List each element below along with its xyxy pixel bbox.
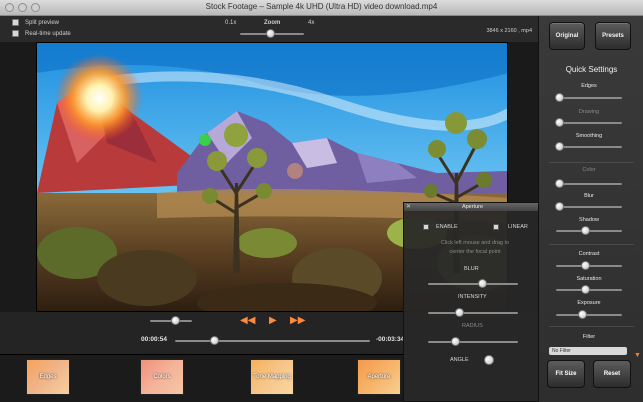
split-preview-checkbox[interactable]: Split preview	[12, 19, 59, 26]
filter-select[interactable]: No Filter	[549, 347, 627, 355]
shadow-slider-knob[interactable]	[581, 226, 591, 235]
panel-divider-3	[549, 326, 634, 327]
blur-label: BLUR	[464, 266, 479, 272]
saturation-slider-knob[interactable]	[581, 285, 591, 294]
blur-slider-knob[interactable]	[554, 202, 564, 211]
edges-slider-knob[interactable]	[554, 93, 564, 102]
edges-label: Edges	[581, 83, 597, 89]
saturation-label: Saturation	[576, 276, 602, 282]
presets-button[interactable]: Presets	[595, 22, 631, 50]
fit-size-button[interactable]: Fit Size	[547, 360, 585, 388]
window-title: Stock Footage – Sample 4k UHD (Ultra HD)…	[205, 2, 438, 11]
close-popup-icon[interactable]: ✕	[406, 203, 411, 211]
edges-slider-track[interactable]	[556, 97, 622, 99]
panel-divider-1	[549, 162, 634, 163]
drawing-slider-knob[interactable]	[554, 118, 564, 127]
top-toolbar: Split preview Real-time update 0.1x Zoom…	[0, 16, 538, 42]
media-dimensions: 3846 x 2160 , mp4	[486, 28, 532, 34]
timeline-slider-knob[interactable]	[209, 336, 219, 345]
zoom-control: 0.1x Zoom 4x	[220, 20, 320, 40]
app-window: Stock Footage – Sample 4k UHD (Ultra HD)…	[0, 0, 643, 402]
aperture-hint: Click left mouse and drag to center the …	[440, 240, 510, 255]
volume-slider-knob[interactable]	[170, 316, 180, 325]
remaining-time: -00:03:34	[376, 336, 405, 343]
exposure-slider-track[interactable]	[556, 314, 622, 316]
realtime-update-box[interactable]	[12, 30, 19, 37]
panel-divider-2	[549, 244, 634, 245]
color-slider-track[interactable]	[556, 183, 622, 185]
title-bar: Stock Footage – Sample 4k UHD (Ultra HD)…	[0, 0, 643, 16]
zoom-min-label: 0.1x	[225, 20, 237, 26]
enable-checkbox[interactable]	[423, 224, 429, 230]
aperture-header: ✕ Aperture	[404, 203, 541, 211]
aperture-blur-track[interactable]	[428, 283, 518, 285]
shadow-label: Shadow	[579, 217, 599, 223]
split-preview-label: Split preview	[25, 19, 60, 26]
aperture-radius-knob[interactable]	[450, 337, 460, 346]
quick-settings-title: Quick Settings	[565, 65, 618, 74]
aperture-popup: ✕ Aperture ENABLE LINEAR Click left mous…	[403, 202, 542, 402]
radius-label: RADIUS	[462, 323, 483, 329]
split-preview-box[interactable]	[12, 19, 19, 26]
intensity-label: INTENSITY	[458, 294, 487, 300]
smoothing-slider-track[interactable]	[556, 146, 622, 148]
aperture-intensity-knob[interactable]	[455, 308, 464, 317]
smoothing-label: Smoothing	[575, 133, 603, 139]
timeline-slider-track[interactable]	[175, 340, 370, 342]
linear-checkbox[interactable]	[493, 224, 499, 230]
filter-colors-label: Colors	[153, 374, 171, 380]
enable-label: ENABLE	[436, 224, 458, 230]
settings-panel: Original Presets Quick Settings Edges Dr…	[538, 16, 643, 402]
chevron-down-icon[interactable]: ▼	[634, 352, 641, 359]
zoom-max-label: 4x	[308, 20, 315, 26]
realtime-update-checkbox[interactable]: Real-time update	[12, 30, 71, 37]
realtime-update-label: Real-time update	[25, 30, 71, 37]
angle-label: ANGLE	[450, 357, 469, 363]
smoothing-slider-knob[interactable]	[554, 142, 564, 151]
angle-knob[interactable]	[484, 355, 494, 365]
play-button[interactable]: ▶	[269, 315, 277, 326]
drawing-label: Drawing	[578, 109, 600, 115]
linear-label: LINEAR	[508, 224, 528, 230]
filter-edges[interactable]: Edges	[26, 359, 70, 395]
zoom-slider-knob[interactable]	[266, 29, 276, 38]
filter-aperture[interactable]: Aperture	[357, 359, 401, 395]
color-slider-knob[interactable]	[554, 179, 564, 188]
blur-label: Blur	[584, 193, 594, 199]
current-time: 00:00:54	[141, 336, 168, 343]
original-button[interactable]: Original	[549, 22, 585, 50]
blur-slider-track[interactable]	[556, 206, 622, 208]
filter-aperture-label: Aperture	[367, 374, 391, 380]
filter-tone-mapping[interactable]: Tone Mapping	[250, 359, 294, 395]
filter-label: Filter	[582, 334, 596, 340]
contrast-slider-knob[interactable]	[581, 261, 591, 270]
zoom-label: Zoom	[264, 20, 281, 26]
exposure-slider-knob[interactable]	[577, 310, 587, 319]
aperture-intensity-track[interactable]	[428, 312, 518, 314]
filter-colors[interactable]: Colors	[140, 359, 184, 395]
reset-button[interactable]: Reset	[593, 360, 631, 388]
filter-tone-mapping-label: Tone Mapping	[253, 374, 291, 380]
contrast-label: Contrast	[578, 251, 600, 257]
aperture-blur-knob[interactable]	[477, 279, 487, 288]
drawing-slider-track[interactable]	[556, 122, 622, 124]
color-label: Color	[582, 167, 596, 173]
fast-forward-button[interactable]: ▶▶	[290, 315, 305, 326]
aperture-title: Aperture	[461, 204, 484, 210]
aperture-radius-track[interactable]	[428, 341, 518, 343]
filter-edges-label: Edges	[39, 374, 57, 380]
exposure-label: Exposure	[577, 300, 601, 306]
rewind-button[interactable]: ◀◀	[240, 315, 255, 326]
